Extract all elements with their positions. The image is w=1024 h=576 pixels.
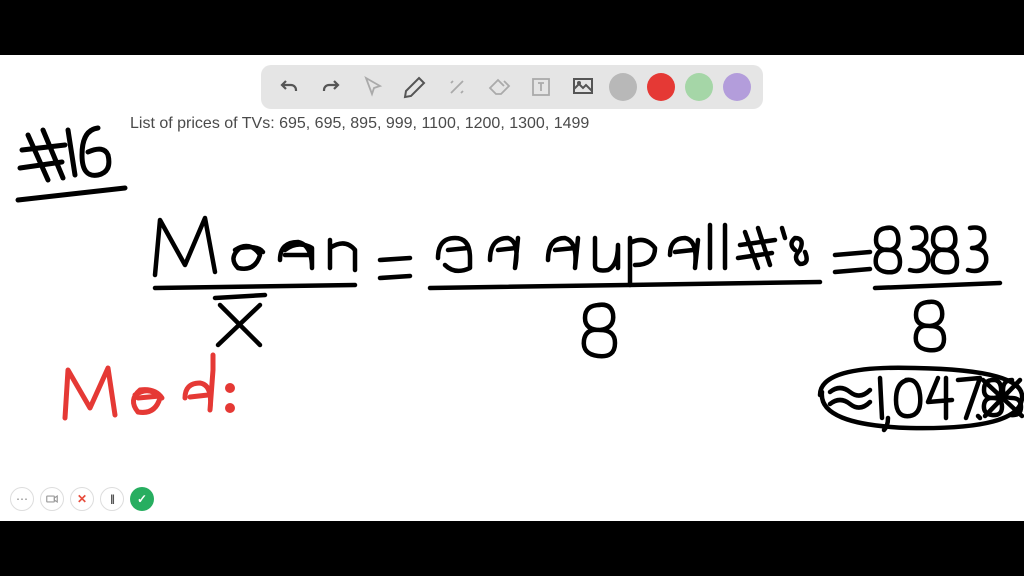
drawing-toolbar (261, 65, 763, 109)
tools-button[interactable] (441, 71, 473, 103)
text-tool[interactable] (525, 71, 557, 103)
color-purple[interactable] (723, 73, 751, 101)
color-red[interactable] (647, 73, 675, 101)
pen-tool[interactable] (399, 71, 431, 103)
color-green[interactable] (685, 73, 713, 101)
close-button[interactable]: ✕ (70, 487, 94, 511)
eraser-tool[interactable] (483, 71, 515, 103)
confirm-button[interactable]: ✓ (130, 487, 154, 511)
pointer-tool[interactable] (357, 71, 389, 103)
color-gray[interactable] (609, 73, 637, 101)
redo-button[interactable] (315, 71, 347, 103)
more-button[interactable]: ⋯ (10, 487, 34, 511)
image-tool[interactable] (567, 71, 599, 103)
problem-text: List of prices of TVs: 695, 695, 895, 99… (130, 115, 589, 133)
camera-button[interactable] (40, 487, 64, 511)
recording-controls: ⋯ ✕ || ✓ (10, 487, 154, 511)
undo-button[interactable] (273, 71, 305, 103)
pause-button[interactable]: || (100, 487, 124, 511)
